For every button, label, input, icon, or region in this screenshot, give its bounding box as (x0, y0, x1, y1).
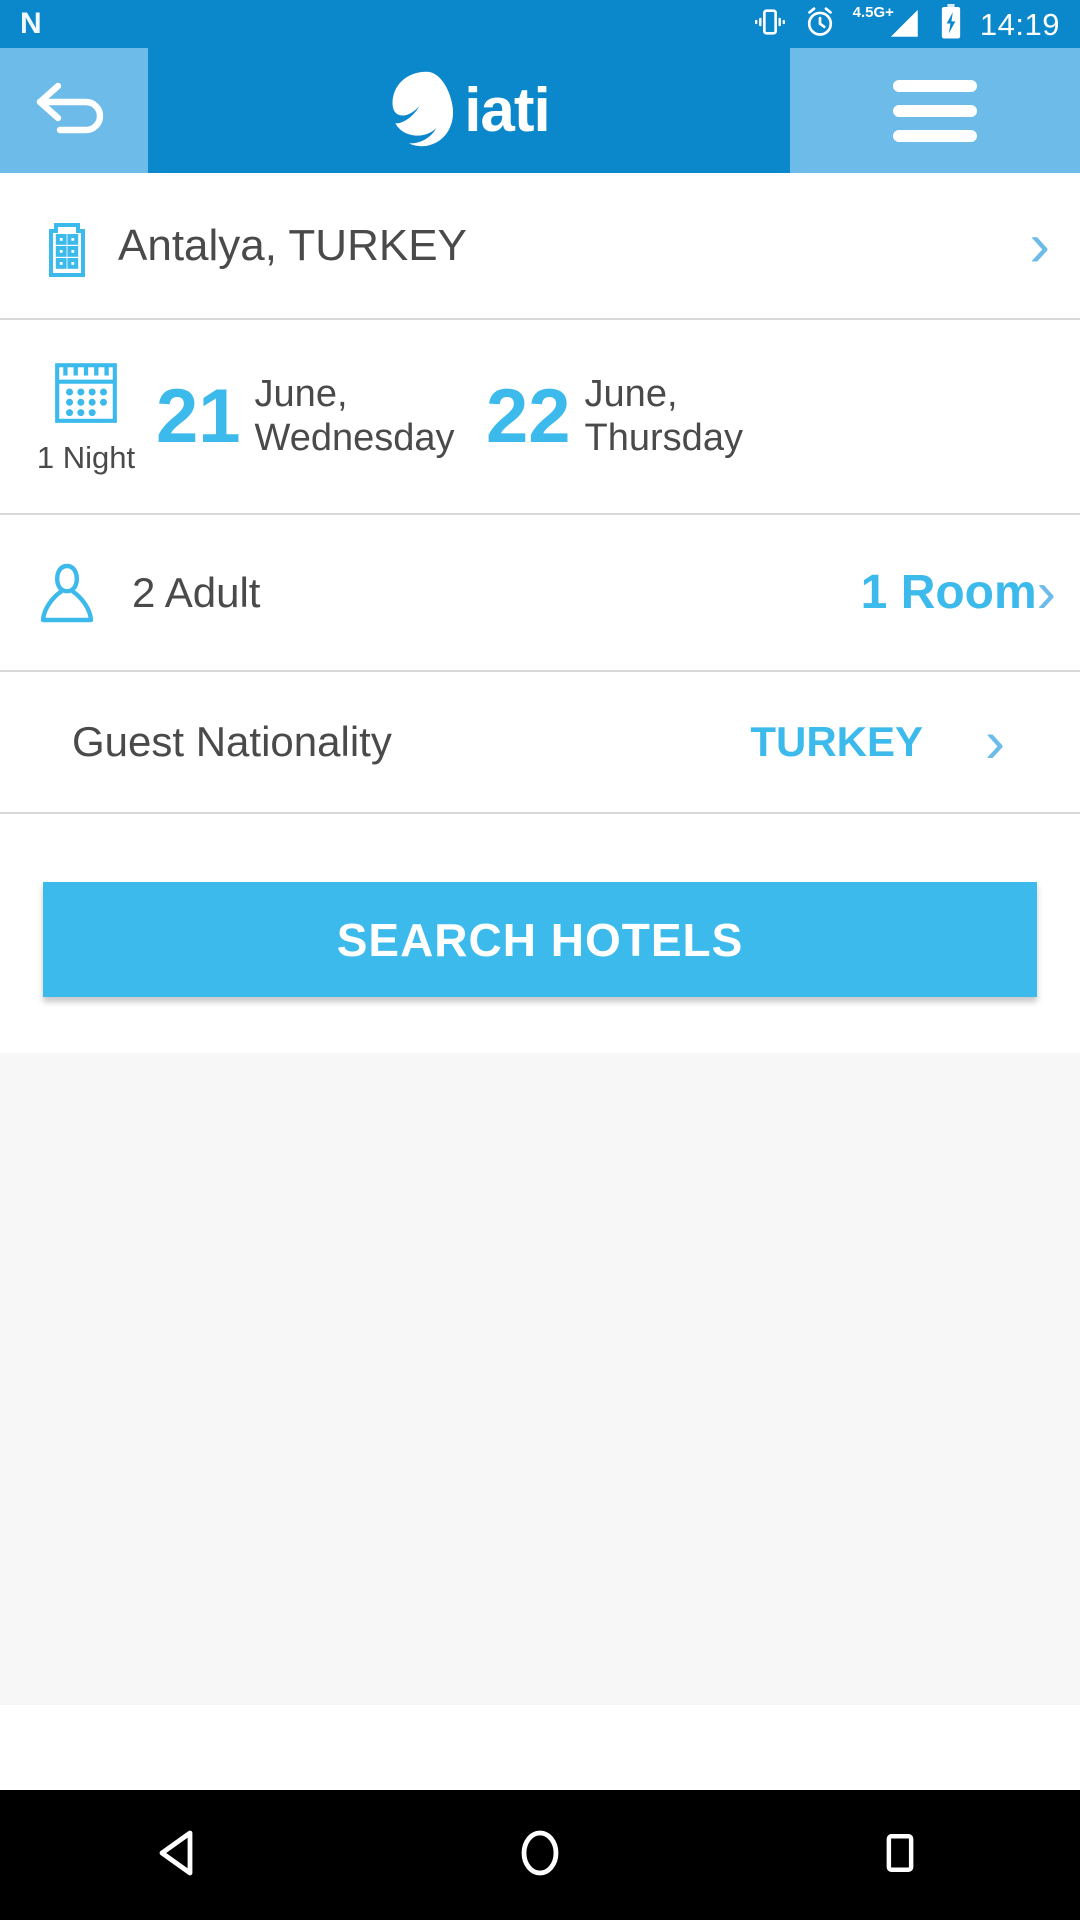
app-bar: iati (0, 48, 1080, 173)
checkout-day: 22 (486, 373, 571, 459)
nights-label: 1 Night (36, 440, 136, 475)
recents-square-icon (874, 1827, 926, 1884)
checkin-weekday: Wednesday (254, 416, 455, 459)
chevron-right-icon: › (1029, 210, 1050, 280)
nights-summary: 1 Night (16, 357, 156, 476)
hamburger-menu-icon (893, 79, 977, 142)
person-icon (24, 562, 110, 624)
dates-row[interactable]: 1 Night 21 June, Wednesday 22 June, Thur… (0, 320, 1080, 513)
back-arrow-icon (32, 76, 116, 145)
rooms-value: 1 Room (860, 566, 1037, 619)
checkout-month: June, (584, 372, 678, 415)
system-navigation-bar (0, 1790, 1080, 1920)
spacer (0, 997, 1080, 1053)
calendar-icon (51, 357, 121, 432)
back-triangle-icon (152, 1825, 208, 1886)
checkout-month-weekday: June, Thursday (585, 373, 743, 460)
brand-logo: iati (148, 48, 790, 173)
page-background (0, 1053, 1080, 1705)
status-bar: N 4.5G+ 14:19 (0, 0, 1080, 48)
app-badge-icon: N (20, 7, 42, 40)
destination-value: Antalya, TURKEY (118, 220, 467, 270)
clock-time: 14:19 (979, 6, 1060, 42)
status-bar-right: 4.5G+ 14:19 (753, 3, 1060, 45)
nationality-label: Guest Nationality (72, 718, 392, 765)
search-form: Antalya, TURKEY › 1 Night 21 June, Wedne… (0, 173, 1080, 1705)
nationality-value: TURKEY (750, 718, 924, 765)
search-hotels-button[interactable]: SEARCH HOTELS (43, 882, 1037, 997)
adults-value: 2 Adult (132, 568, 261, 616)
search-button-wrap: SEARCH HOTELS (0, 814, 1080, 997)
destination-row[interactable]: Antalya, TURKEY › (0, 173, 1080, 318)
vibrate-icon (753, 5, 787, 44)
app-screen: N 4.5G+ 14:19 iati Antalya, TURKEY › 1 N… (0, 0, 1080, 1920)
nationality-row[interactable]: Guest Nationality TURKEY › (0, 672, 1080, 812)
guests-row[interactable]: 2 Adult 1 Room › (0, 515, 1080, 670)
menu-button[interactable] (790, 48, 1080, 173)
status-bar-left: N (20, 7, 42, 40)
checkout-date[interactable]: 22 June, Thursday (486, 373, 743, 460)
nav-home-button[interactable] (450, 1825, 630, 1886)
checkin-month: June, (254, 372, 348, 415)
nav-recents-button[interactable] (810, 1827, 990, 1884)
hotel-building-icon (24, 215, 110, 277)
battery-charging-icon (938, 3, 964, 45)
home-circle-icon (512, 1825, 568, 1886)
checkin-date[interactable]: 21 June, Wednesday (156, 373, 486, 460)
chevron-right-icon: › (1036, 559, 1056, 625)
checkin-day: 21 (156, 373, 241, 459)
globe-swirl-icon (388, 68, 458, 153)
back-button[interactable] (0, 48, 148, 173)
checkout-weekday: Thursday (584, 416, 743, 459)
chevron-right-icon: › (985, 708, 1005, 775)
checkin-month-weekday: June, Wednesday (255, 373, 455, 460)
brand-text: iati (464, 75, 551, 145)
nav-back-button[interactable] (90, 1825, 270, 1886)
signal-icon: 4.5G+ (853, 5, 922, 41)
alarm-icon (803, 5, 837, 44)
